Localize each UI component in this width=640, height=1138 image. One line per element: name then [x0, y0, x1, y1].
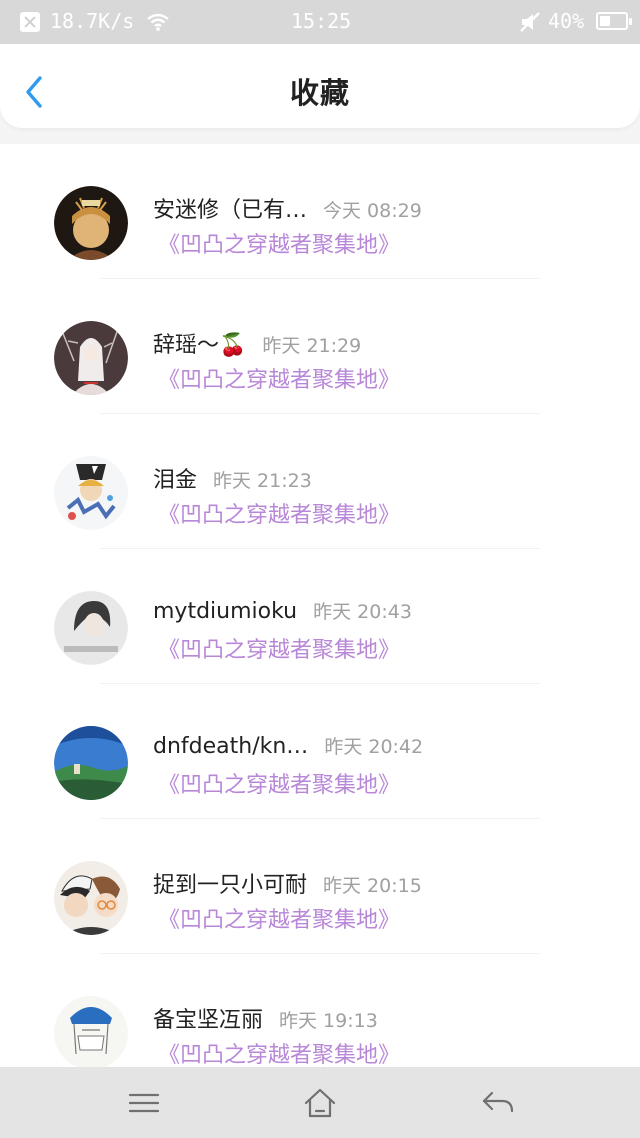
battery-percent: 40%: [548, 9, 585, 33]
back-nav-button[interactable]: [478, 1085, 518, 1121]
timestamp: 昨天 21:29: [262, 335, 362, 357]
avatar: [54, 861, 128, 935]
contact-name: 泪金: [153, 468, 198, 493]
list-item[interactable]: mytdiumioku 昨天 20:43 《凹凸之穿越者聚集地》: [0, 549, 640, 684]
status-bar: 18.7K/s 15:25 40%: [0, 0, 640, 44]
group-name: 《凹凸之穿越者聚集地》: [158, 773, 401, 798]
avatar: [54, 996, 128, 1070]
timestamp: 今天 08:29: [323, 200, 422, 222]
timestamp: 昨天 20:42: [324, 736, 424, 758]
timestamp: 昨天 20:15: [323, 875, 422, 897]
group-name: 《凹凸之穿越者聚集地》: [158, 638, 401, 663]
close-icon: [20, 12, 40, 32]
avatar: [54, 456, 128, 530]
system-nav-bar: [0, 1067, 640, 1138]
contact-name: 捉到一只小可耐: [153, 873, 308, 898]
list-item[interactable]: 泪金 昨天 21:23 《凹凸之穿越者聚集地》: [0, 414, 640, 549]
timestamp: 昨天 20:43: [313, 601, 412, 623]
list-item[interactable]: 辞瑶～🍒 昨天 21:29 《凹凸之穿越者聚集地》: [0, 279, 640, 414]
contact-name: 备宝坚冱丽: [153, 1008, 264, 1033]
network-speed: 18.7K/s: [50, 9, 135, 33]
wifi-icon: [147, 13, 169, 31]
clock: 15:25: [291, 9, 352, 33]
battery-icon: [596, 12, 632, 30]
avatar: [54, 726, 128, 800]
contact-name: 辞瑶～🍒: [153, 333, 247, 358]
home-button[interactable]: [300, 1085, 340, 1121]
list-item[interactable]: 捉到一只小可耐 昨天 20:15 《凹凸之穿越者聚集地》: [0, 819, 640, 954]
contact-name: 安迷修（已有…: [153, 198, 308, 223]
mute-icon: [520, 12, 540, 32]
contact-name: dnfdeath/kn…: [153, 734, 309, 759]
group-name: 《凹凸之穿越者聚集地》: [158, 368, 401, 393]
home-icon: [304, 1088, 336, 1118]
group-name: 《凹凸之穿越者聚集地》: [158, 503, 401, 528]
page-title: 收藏: [289, 76, 350, 110]
avatar: [54, 591, 128, 665]
group-name: 《凹凸之穿越者聚集地》: [158, 1043, 401, 1068]
contact-name: mytdiumioku: [153, 599, 298, 624]
back-icon: [482, 1091, 514, 1113]
avatar: [54, 186, 128, 260]
list-item[interactable]: 安迷修（已有… 今天 08:29 《凹凸之穿越者聚集地》: [0, 144, 640, 279]
timestamp: 昨天 21:23: [213, 470, 312, 492]
list-item[interactable]: dnfdeath/kn… 昨天 20:42 《凹凸之穿越者聚集地》: [0, 684, 640, 819]
menu-icon: [128, 1093, 160, 1113]
timestamp: 昨天 19:13: [279, 1010, 378, 1032]
favorites-list: 安迷修（已有… 今天 08:29 《凹凸之穿越者聚集地》 辞瑶～🍒 昨天 21:29…: [0, 144, 640, 1089]
group-name: 《凹凸之穿越者聚集地》: [158, 908, 401, 933]
group-name: 《凹凸之穿越者聚集地》: [158, 233, 401, 258]
avatar: [54, 321, 128, 395]
top-bar: 收藏: [0, 44, 640, 128]
menu-button[interactable]: [124, 1085, 164, 1121]
